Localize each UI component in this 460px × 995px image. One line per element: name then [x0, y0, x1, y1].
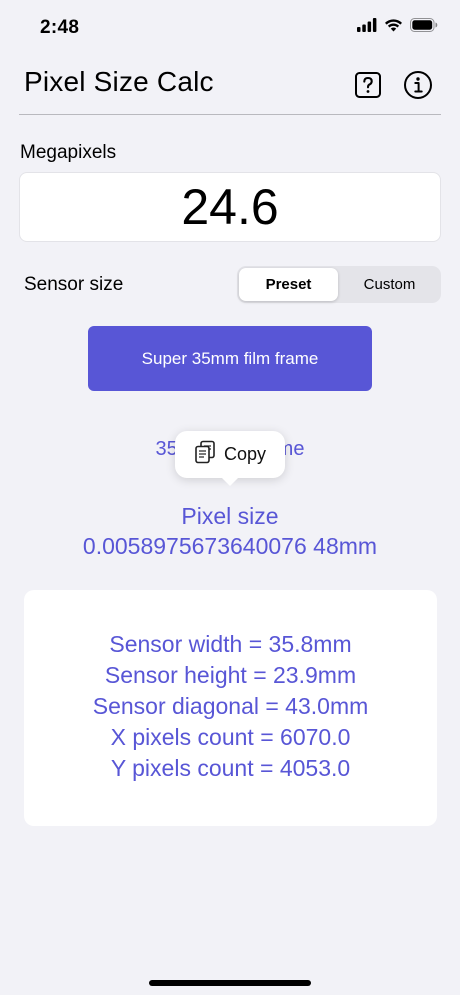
megapixels-label: Megapixels [20, 142, 117, 163]
pixel-size-value: 0.0058975673640076 48mm [82, 533, 378, 559]
sensor-size-label: Sensor size [24, 274, 124, 295]
segment-custom[interactable]: Custom [340, 268, 439, 301]
pixel-size-title: Pixel size [181, 503, 279, 529]
home-indicator[interactable] [149, 980, 311, 986]
copy-popup-arrow [221, 477, 239, 486]
status-icons [357, 18, 438, 37]
nav-bar: Pixel Size Calc [0, 56, 460, 116]
info-circle-icon [403, 71, 433, 104]
copy-label: Copy [223, 444, 267, 464]
header-divider [19, 114, 441, 115]
sensor-width-result: Sensor width = 35.8mm [109, 631, 352, 657]
signal-icon [357, 18, 377, 37]
x-pixels-count-result: X pixels count = 6070.0 [110, 724, 351, 750]
help-button[interactable] [353, 70, 383, 100]
y-pixels-count-result: Y pixels count = 4053.0 [110, 755, 351, 781]
app-title: Pixel Size Calc [24, 66, 214, 97]
segment-preset[interactable]: Preset [239, 268, 338, 301]
status-bar: 2:48 [0, 0, 460, 56]
preset-picker-button[interactable]: Super 35mm film frame [88, 326, 372, 391]
results-card: Sensor width = 35.8mm Sensor height = 23… [24, 590, 437, 826]
copy-documents-icon [194, 440, 216, 469]
question-mark-square-icon [353, 72, 383, 104]
copy-menu-item[interactable]: Copy [175, 431, 285, 486]
info-button[interactable] [403, 70, 433, 100]
sensor-height-result: Sensor height = 23.9mm [104, 662, 357, 688]
sensor-mode-segmented-control: Preset Custom [237, 266, 441, 303]
wifi-icon [384, 18, 403, 37]
megapixels-input[interactable] [19, 172, 441, 242]
status-time: 2:48 [40, 17, 80, 38]
battery-icon [410, 18, 438, 37]
sensor-diagonal-result: Sensor diagonal = 43.0mm [92, 693, 369, 719]
